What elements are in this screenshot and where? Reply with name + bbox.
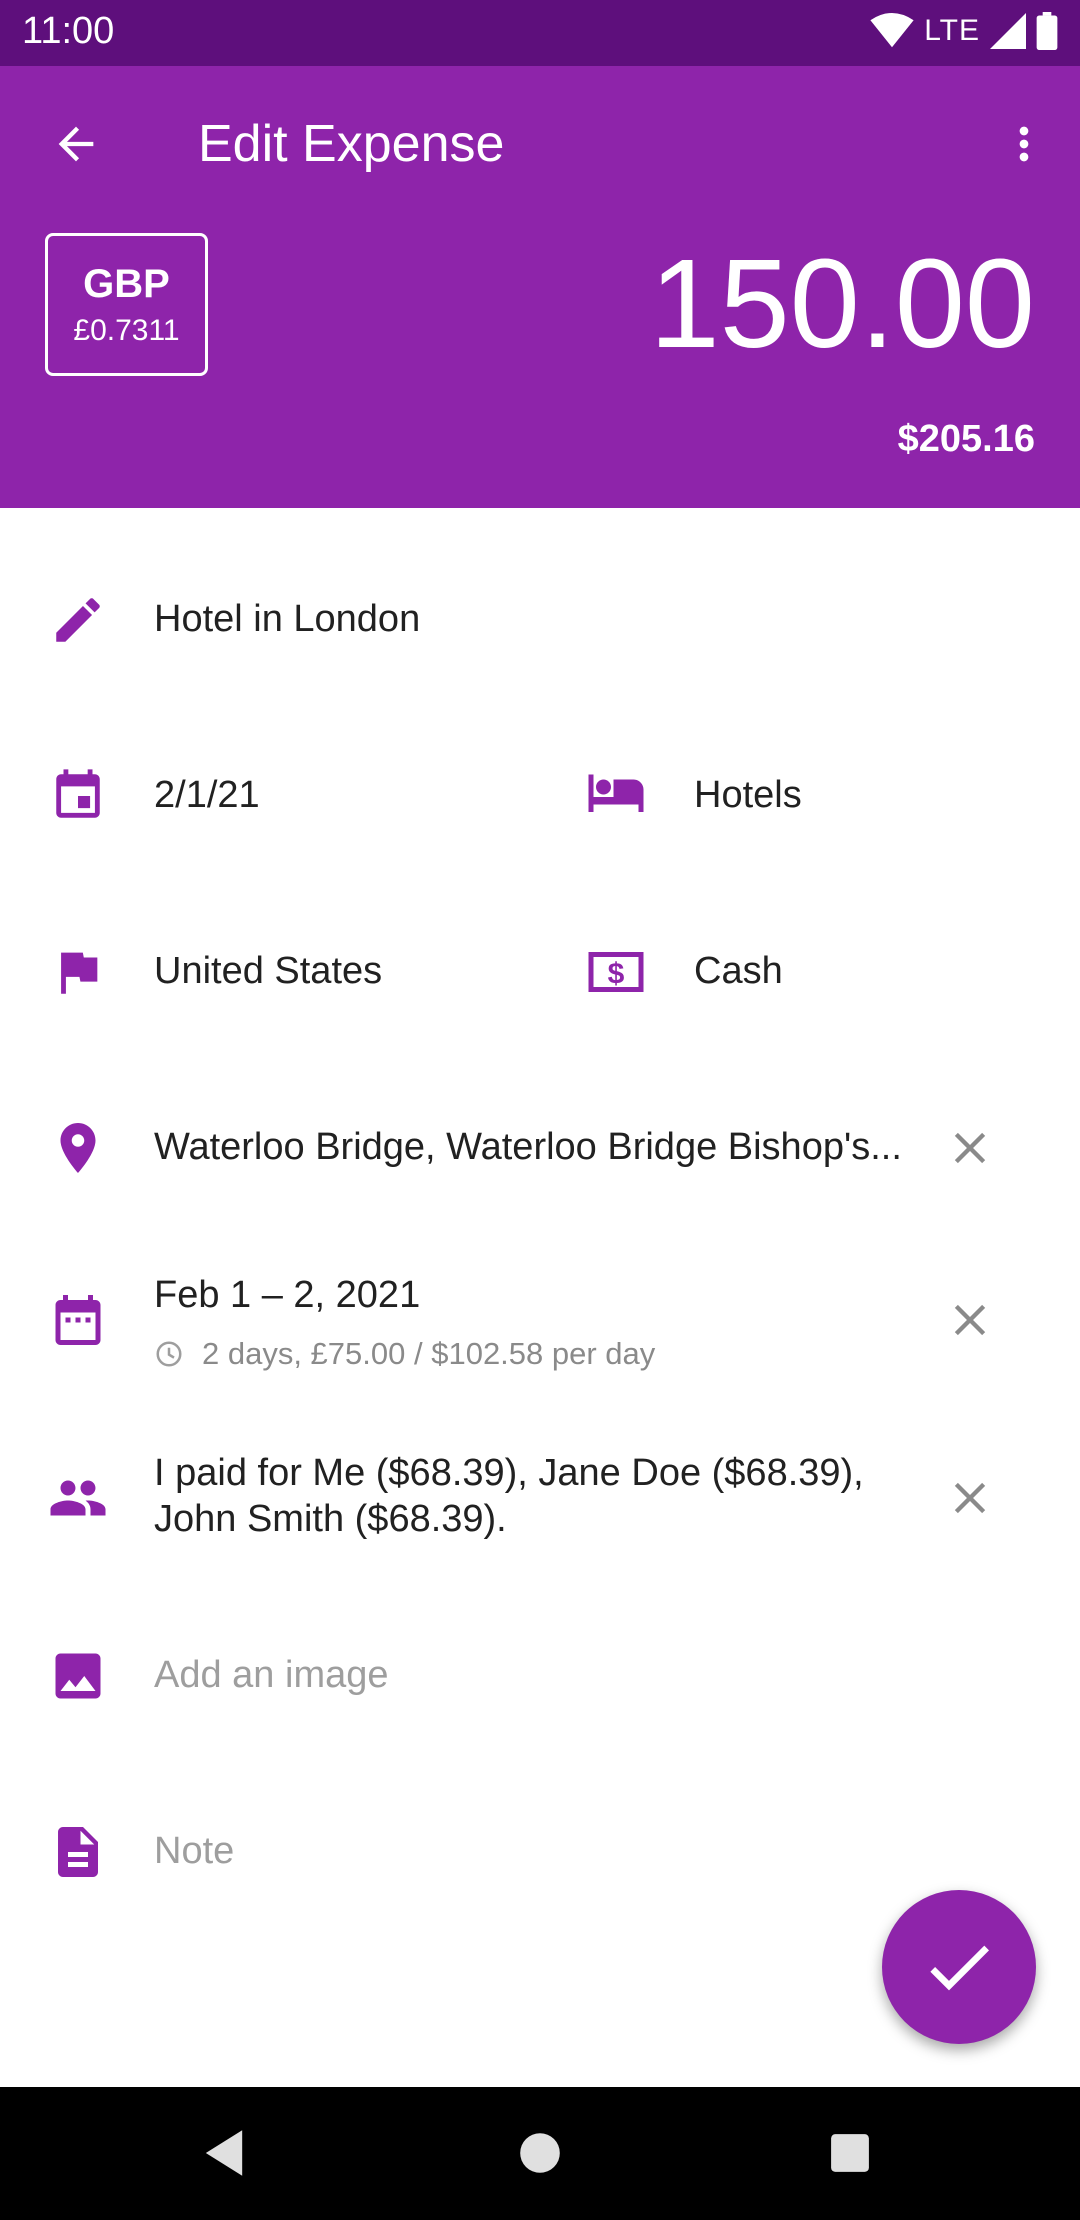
amount-input[interactable]: 150.00	[650, 241, 1035, 367]
check-icon	[930, 1945, 989, 1991]
nav-home-button[interactable]	[504, 2117, 576, 2189]
date-range-detail-line: 2 days, £75.00 / $102.58 per day	[154, 1336, 655, 1372]
exchange-rate: £0.7311	[73, 313, 180, 347]
signal-icon	[990, 13, 1026, 49]
arrow-back-icon	[58, 126, 94, 162]
converted-amount: $205.16	[897, 418, 1035, 460]
close-icon	[954, 1482, 986, 1514]
network-type: LTE	[924, 14, 980, 47]
system-navigation-bar	[0, 2087, 1080, 2220]
close-icon	[954, 1304, 986, 1336]
clear-location-button[interactable]	[940, 1118, 1000, 1178]
location-field[interactable]: Waterloo Bridge, Waterloo Bridge Bishop'…	[154, 1126, 902, 1169]
currency-code: GBP	[83, 261, 170, 306]
date-field[interactable]: 2/1/21	[154, 774, 260, 817]
nav-recents-icon	[831, 2134, 869, 2172]
svg-text:$: $	[608, 957, 625, 990]
nav-back-button[interactable]	[188, 2117, 260, 2189]
category-field[interactable]: Hotels	[694, 774, 802, 817]
split-line-1[interactable]: I paid for Me ($68.39), Jane Doe ($68.39…	[154, 1452, 864, 1495]
clock-icon	[156, 1341, 182, 1367]
clear-split-button[interactable]	[940, 1468, 1000, 1528]
page-title: Edit Expense	[198, 115, 505, 173]
cash-icon: $	[586, 942, 646, 1002]
add-image-field[interactable]: Add an image	[154, 1654, 389, 1697]
back-button[interactable]	[40, 108, 112, 180]
nav-back-icon	[205, 2130, 243, 2176]
date-range-field[interactable]: Feb 1 – 2, 2021	[154, 1274, 420, 1317]
payment-method-field[interactable]: Cash	[694, 950, 783, 993]
expense-header: Edit Expense GBP £0.7311 150.00 $205.16	[0, 66, 1080, 508]
clear-date-range-button[interactable]	[940, 1290, 1000, 1350]
close-icon	[954, 1132, 986, 1164]
description-field[interactable]: Hotel in London	[154, 598, 420, 641]
pencil-icon	[48, 590, 108, 650]
wifi-icon	[870, 13, 914, 48]
hotel-bed-icon	[586, 762, 646, 822]
status-bar: 11:00 LTE	[0, 0, 1080, 66]
nav-home-icon	[520, 2133, 560, 2173]
note-field[interactable]: Note	[154, 1830, 234, 1873]
date-range-icon	[48, 1290, 108, 1350]
flag-icon	[48, 942, 108, 1002]
calendar-icon	[48, 766, 108, 826]
status-icons: LTE	[870, 12, 1058, 50]
battery-icon	[1036, 12, 1058, 50]
country-field[interactable]: United States	[154, 950, 382, 993]
nav-recents-button[interactable]	[814, 2117, 886, 2189]
people-icon	[48, 1468, 108, 1528]
split-line-2[interactable]: John Smith ($68.39).	[154, 1498, 507, 1541]
more-vert-icon	[1019, 126, 1029, 162]
status-time: 11:00	[22, 10, 115, 52]
image-icon	[48, 1646, 108, 1706]
overflow-menu-button[interactable]	[988, 108, 1060, 180]
document-icon	[48, 1822, 108, 1882]
currency-selector[interactable]: GBP £0.7311	[45, 233, 208, 376]
save-fab-button[interactable]	[882, 1890, 1036, 2044]
date-range-detail: 2 days, £75.00 / $102.58 per day	[202, 1336, 656, 1371]
location-pin-icon	[48, 1118, 108, 1178]
